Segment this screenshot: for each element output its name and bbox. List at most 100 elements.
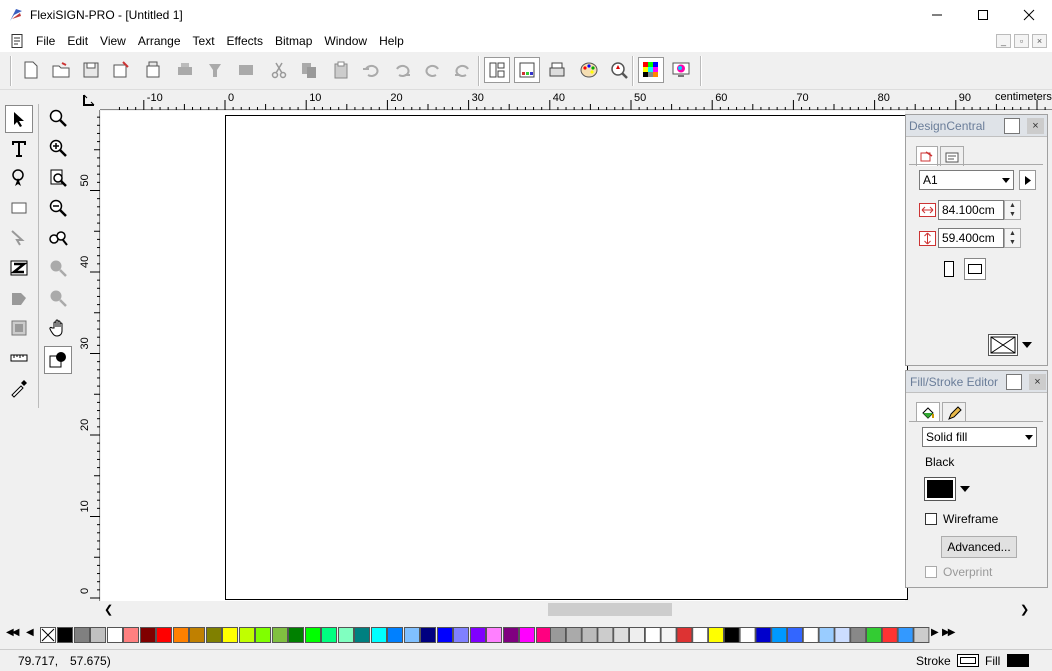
point-edit-icon[interactable] (5, 224, 33, 252)
job-manager-icon[interactable] (514, 57, 540, 83)
minimize-button[interactable] (914, 0, 960, 30)
menu-text[interactable]: Text (188, 30, 222, 52)
palette-color-swatch[interactable] (403, 627, 420, 643)
close-button[interactable] (1006, 0, 1052, 30)
contour-icon[interactable] (5, 314, 33, 342)
hand-pan-icon[interactable] (44, 314, 72, 342)
menu-window[interactable]: Window (319, 30, 374, 52)
panel-close-icon[interactable]: × (1027, 118, 1044, 134)
palette-color-swatch[interactable] (139, 627, 156, 643)
advanced-button[interactable]: Advanced... (941, 536, 1017, 558)
production-manager-icon[interactable] (233, 57, 259, 83)
palette-color-swatch[interactable] (370, 627, 387, 643)
palette-color-swatch[interactable] (304, 627, 321, 643)
text-tool-icon[interactable] (5, 134, 33, 162)
menu-edit[interactable]: Edit (62, 30, 95, 52)
undo-icon[interactable] (358, 57, 384, 83)
export-icon[interactable] (140, 57, 166, 83)
menu-bitmap[interactable]: Bitmap (270, 30, 319, 52)
tab-object-properties[interactable] (940, 146, 964, 166)
palette-color-swatch[interactable] (354, 627, 370, 643)
palette-color-swatch[interactable] (73, 627, 90, 643)
fill-color-swatch-button[interactable] (924, 477, 956, 501)
palette-color-swatch[interactable] (387, 627, 403, 643)
redo-icon[interactable] (420, 57, 446, 83)
color-palette-icon[interactable] (576, 57, 602, 83)
palette-color-swatch[interactable] (57, 627, 73, 643)
zigzag-effect-icon[interactable] (5, 254, 33, 282)
palette-color-swatch[interactable] (420, 627, 436, 643)
tab-page-setup[interactable] (916, 146, 938, 166)
palette-color-swatch[interactable] (453, 627, 469, 643)
page-size-menu-button[interactable] (1019, 170, 1036, 190)
document-icon[interactable] (9, 33, 25, 49)
palette-color-swatch[interactable] (255, 627, 271, 643)
save-icon[interactable] (78, 57, 104, 83)
design-central-toggle-icon[interactable] (484, 57, 510, 83)
fill-color-dropdown-icon[interactable] (957, 477, 972, 501)
panel-close-icon[interactable]: × (1029, 374, 1046, 390)
fill-type-dropdown[interactable]: Solid fill (922, 427, 1037, 447)
overprint-checkbox[interactable] (925, 566, 937, 578)
stroke-swatch-icon[interactable] (957, 654, 979, 667)
undo-list-icon[interactable] (389, 57, 415, 83)
palette-color-swatch[interactable] (321, 627, 337, 643)
select-arrow-icon[interactable] (5, 105, 33, 133)
panel-dock-icon[interactable] (1006, 374, 1022, 390)
zoom-selected-icon[interactable] (44, 254, 72, 282)
pattern-swatches[interactable] (550, 627, 930, 643)
page-width-input[interactable]: 84.100cm (938, 200, 1004, 220)
scissors-cut-icon[interactable] (266, 57, 292, 83)
palette-next-arrow-icon[interactable]: ▶ (931, 627, 939, 638)
scroll-left-arrow-icon[interactable]: ❮ (104, 603, 113, 616)
maximize-button[interactable] (960, 0, 1006, 30)
menu-effects[interactable]: Effects (222, 30, 270, 52)
palette-color-swatch[interactable] (90, 627, 106, 643)
new-document-icon[interactable] (18, 57, 44, 83)
mdi-restore-button[interactable]: ▫ (1014, 34, 1029, 48)
tab-stroke[interactable] (942, 402, 966, 422)
palette-prev-arrow-icon[interactable]: ◀ (26, 627, 34, 638)
print-icon[interactable] (172, 57, 198, 83)
palette-color-swatch[interactable] (271, 627, 288, 643)
portrait-orientation-icon[interactable] (938, 258, 960, 280)
palette-color-swatch[interactable] (486, 627, 502, 643)
palette-color-swatch[interactable] (156, 627, 172, 643)
palette-color-swatch[interactable] (172, 627, 189, 643)
fill-stroke-title-bar[interactable]: Fill/Stroke Editor × (906, 371, 1047, 393)
page-size-dropdown[interactable]: A1 (919, 170, 1014, 190)
color-picker-zoom-icon[interactable] (606, 57, 632, 83)
media-dropdown-arrow-icon[interactable] (1019, 334, 1035, 356)
shape-blend-icon[interactable] (5, 284, 33, 312)
palette-color-swatch[interactable] (337, 627, 354, 643)
palette-color-swatch[interactable] (436, 627, 453, 643)
design-central-title-bar[interactable]: DesignCentral × (906, 115, 1047, 137)
palette-color-swatch[interactable] (123, 627, 139, 643)
horizontal-scroll-thumb[interactable] (548, 603, 672, 616)
scroll-right-arrow-icon[interactable]: ❯ (1020, 603, 1029, 616)
palette-color-swatch[interactable] (222, 627, 238, 643)
copy-icon[interactable] (296, 57, 322, 83)
pen-bezier-icon[interactable] (5, 164, 33, 192)
width-spinner[interactable]: ▲ ▼ (1004, 200, 1021, 220)
palette-color-swatch[interactable] (288, 627, 304, 643)
palette-last-arrow-icon[interactable]: ▶▶ (942, 627, 955, 638)
redo-list-icon[interactable] (450, 57, 476, 83)
palette-color-swatch[interactable] (502, 627, 519, 643)
palette-color-swatch[interactable] (189, 627, 205, 643)
eyedropper-icon[interactable] (5, 374, 33, 402)
menu-view[interactable]: View (95, 30, 133, 52)
wireframe-checkbox[interactable] (925, 513, 937, 525)
rip-queue-icon[interactable] (544, 57, 570, 83)
paste-icon[interactable] (328, 57, 354, 83)
import-icon[interactable] (108, 57, 134, 83)
fill-swatch-icon[interactable] (1007, 654, 1029, 667)
height-spinner[interactable]: ▲ ▼ (1004, 228, 1021, 248)
fill-stroke-tool-icon[interactable] (44, 346, 72, 374)
zoom-out-icon[interactable] (44, 194, 72, 222)
palette-color-swatch[interactable] (469, 627, 486, 643)
open-file-icon[interactable] (48, 57, 74, 83)
panel-dock-icon[interactable] (1004, 118, 1020, 134)
color-swatch-grid-icon[interactable] (638, 57, 664, 83)
rectangle-tool-icon[interactable] (5, 194, 33, 222)
